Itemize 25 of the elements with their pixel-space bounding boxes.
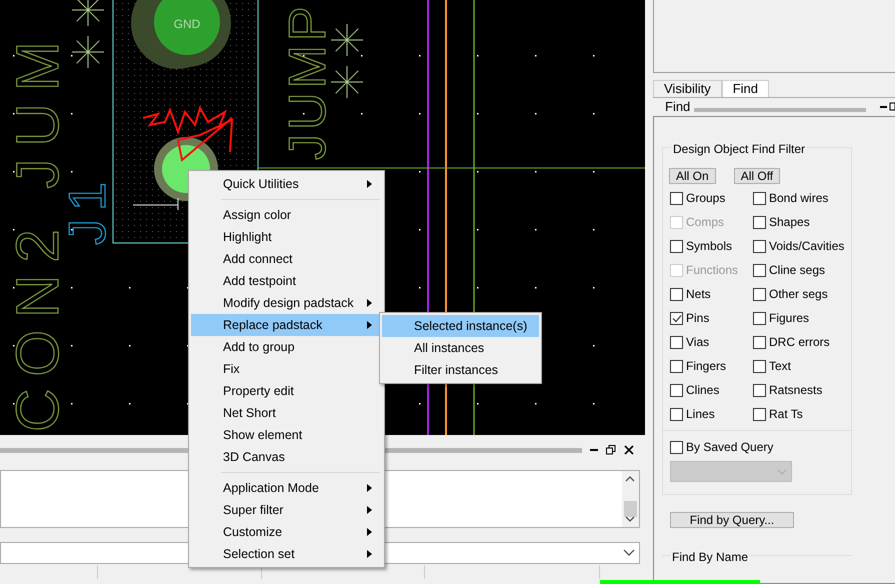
checkbox-label: Text	[769, 358, 792, 375]
checkbox-label: DRC errors	[769, 334, 830, 351]
checkbox-label: By Saved Query	[686, 439, 774, 456]
checkbox-label: Nets	[686, 286, 711, 303]
checkbox-label: Comps	[686, 214, 724, 231]
checkbox-label: Rat Ts	[769, 406, 803, 423]
pad-label: GND	[174, 17, 200, 31]
checkbox-label: Fingers	[686, 358, 726, 375]
checkbox-label: Groups	[686, 190, 726, 207]
checkbox-label: Pins	[686, 310, 710, 327]
checkbox-label: Ratsnests	[769, 382, 822, 399]
silkscreen-label: JUMP	[279, 2, 337, 160]
panel-title: Find	[665, 98, 690, 116]
checkbox-label: Voids/Cavities	[769, 238, 844, 255]
checkbox-label: Symbols	[686, 238, 732, 255]
checkbox-label: Lines	[686, 406, 715, 423]
checkbox-label: Bond wires	[769, 190, 828, 207]
checkbox-label: Functions	[686, 262, 738, 279]
checkbox-label: Figures	[769, 310, 810, 327]
silkscreen-label: J1	[59, 174, 117, 245]
checkbox-label: Clines	[686, 382, 720, 399]
checkbox-label: Other segs	[769, 286, 828, 303]
checkbox-label: Cline segs	[769, 262, 826, 279]
checkbox-label: Vias	[686, 334, 710, 351]
checkbox-label: Shapes	[769, 214, 810, 231]
